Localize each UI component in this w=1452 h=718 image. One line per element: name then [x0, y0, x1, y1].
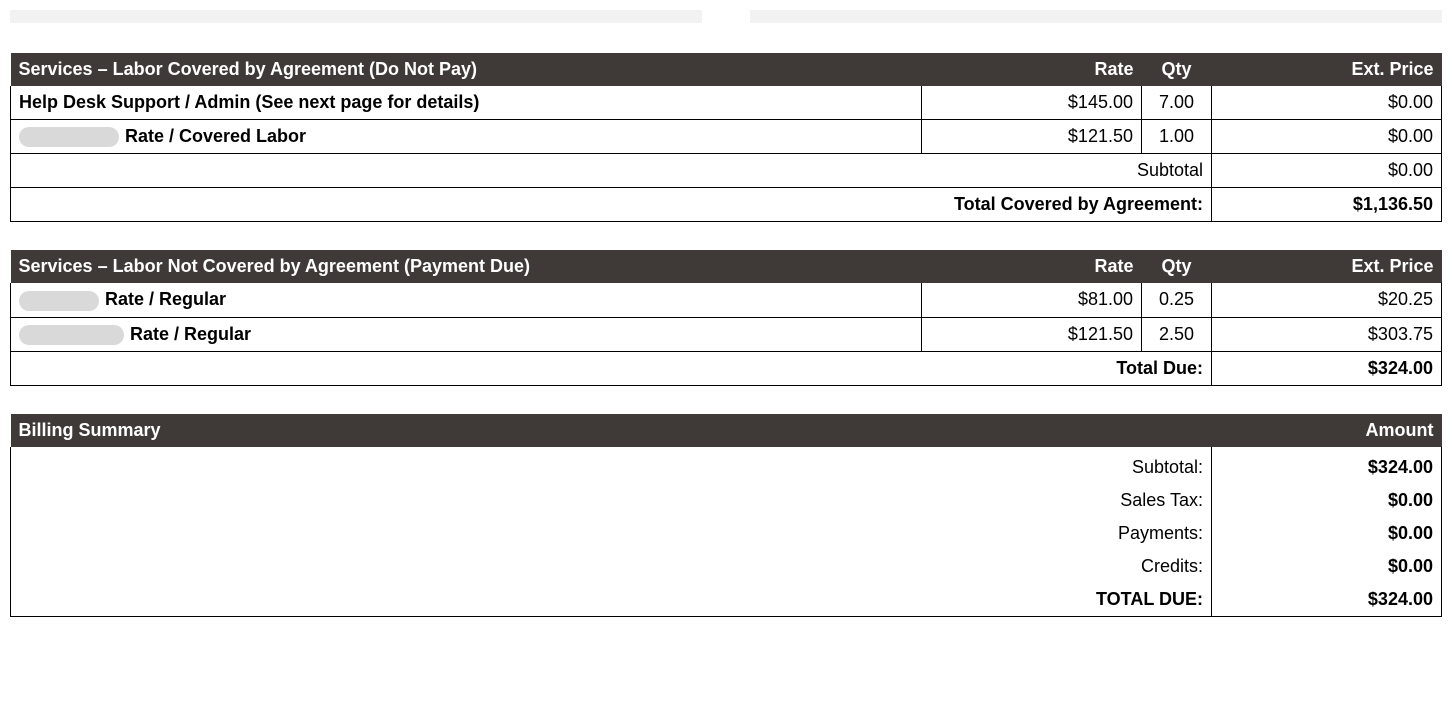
redacted-text — [19, 291, 99, 311]
total-row: Total Due:$324.00 — [11, 351, 1442, 385]
col-rate: Rate — [922, 250, 1142, 283]
billing-row: Subtotal:$324.00 — [11, 447, 1442, 484]
billing-value: $0.00 — [1212, 550, 1442, 583]
col-qty: Qty — [1142, 250, 1212, 283]
service-desc-text: Rate / Covered Labor — [125, 126, 306, 146]
total-row: Subtotal$0.00 — [11, 154, 1442, 188]
table-row: Rate / Regular $81.000.25$20.25 — [11, 283, 1442, 317]
rate-value: $145.00 — [922, 86, 1142, 120]
billing-row: Sales Tax:$0.00 — [11, 484, 1442, 517]
service-desc: Rate / Covered Labor — [11, 120, 922, 154]
notcovered-section: Services – Labor Not Covered by Agreemen… — [10, 250, 1442, 386]
notcovered-header-row: Services – Labor Not Covered by Agreemen… — [11, 250, 1442, 283]
redacted-text — [19, 127, 119, 147]
billing-value: $0.00 — [1212, 517, 1442, 550]
billing-row: Credits:$0.00 — [11, 550, 1442, 583]
total-value: $1,136.50 — [1212, 188, 1442, 222]
service-desc: Rate / Regular — [11, 283, 922, 317]
rate-value: $121.50 — [922, 317, 1142, 351]
total-label: Total Due: — [11, 351, 1212, 385]
total-row: Total Covered by Agreement:$1,136.50 — [11, 188, 1442, 222]
service-desc: Help Desk Support / Admin (See next page… — [11, 86, 922, 120]
qty-value: 0.25 — [1142, 283, 1212, 317]
billing-label: Sales Tax: — [11, 484, 1212, 517]
billing-value: $324.00 — [1212, 447, 1442, 484]
table-row: Help Desk Support / Admin (See next page… — [11, 86, 1442, 120]
billing-value: $0.00 — [1212, 484, 1442, 517]
col-rate: Rate — [922, 53, 1142, 86]
billing-row: Payments:$0.00 — [11, 517, 1442, 550]
covered-header-row: Services – Labor Covered by Agreement (D… — [11, 53, 1442, 86]
redacted-text — [19, 325, 124, 345]
notcovered-title: Services – Labor Not Covered by Agreemen… — [11, 250, 922, 283]
billing-label: Subtotal: — [11, 447, 1212, 484]
billing-header-row: Billing Summary Amount — [11, 414, 1442, 447]
ext-price-value: $0.00 — [1212, 86, 1442, 120]
qty-value: 1.00 — [1142, 120, 1212, 154]
col-ext: Ext. Price — [1212, 250, 1442, 283]
table-row: Rate / Covered Labor $121.501.00$0.00 — [11, 120, 1442, 154]
billing-row: TOTAL DUE:$324.00 — [11, 583, 1442, 617]
rate-value: $81.00 — [922, 283, 1142, 317]
covered-section: Services – Labor Covered by Agreement (D… — [10, 53, 1442, 222]
service-desc: Rate / Regular — [11, 317, 922, 351]
total-value: $0.00 — [1212, 154, 1442, 188]
qty-value: 7.00 — [1142, 86, 1212, 120]
ext-price-value: $20.25 — [1212, 283, 1442, 317]
total-label: Total Covered by Agreement: — [11, 188, 1212, 222]
col-qty: Qty — [1142, 53, 1212, 86]
billing-label: TOTAL DUE: — [11, 583, 1212, 617]
table-row: Rate / Regular $121.502.50$303.75 — [11, 317, 1442, 351]
service-desc-text: Rate / Regular — [105, 289, 226, 309]
top-gray-strips — [10, 10, 1442, 23]
total-value: $324.00 — [1212, 351, 1442, 385]
billing-table: Billing Summary Amount Subtotal:$324.00S… — [10, 414, 1442, 617]
ext-price-value: $0.00 — [1212, 120, 1442, 154]
total-label: Subtotal — [11, 154, 1212, 188]
billing-label: Payments: — [11, 517, 1212, 550]
billing-value: $324.00 — [1212, 583, 1442, 617]
covered-table: Services – Labor Covered by Agreement (D… — [10, 53, 1442, 222]
rate-value: $121.50 — [922, 120, 1142, 154]
notcovered-table: Services – Labor Not Covered by Agreemen… — [10, 250, 1442, 386]
covered-title: Services – Labor Covered by Agreement (D… — [11, 53, 922, 86]
billing-section: Billing Summary Amount Subtotal:$324.00S… — [10, 414, 1442, 617]
service-desc-text: Rate / Regular — [130, 324, 251, 344]
billing-label: Credits: — [11, 550, 1212, 583]
col-amount: Amount — [1212, 414, 1442, 447]
billing-title: Billing Summary — [11, 414, 1212, 447]
qty-value: 2.50 — [1142, 317, 1212, 351]
col-ext: Ext. Price — [1212, 53, 1442, 86]
service-desc-text: Help Desk Support / Admin (See next page… — [19, 92, 479, 112]
ext-price-value: $303.75 — [1212, 317, 1442, 351]
